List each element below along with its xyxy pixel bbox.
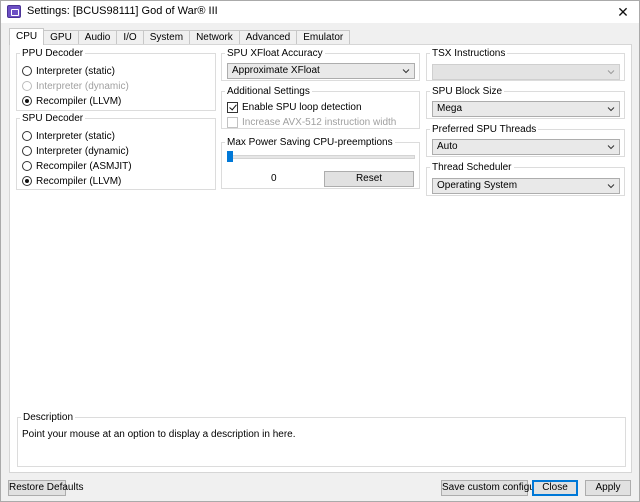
reset-button[interactable]: Reset (324, 171, 414, 187)
radio-icon[interactable] (22, 146, 32, 156)
chevron-down-icon (607, 145, 615, 150)
ppu-interpreter-static[interactable]: Interpreter (static) (22, 64, 115, 78)
preemption-slider-track[interactable] (227, 155, 415, 159)
radio-label: Recompiler (LLVM) (36, 95, 122, 107)
spu-xfloat-select[interactable]: Approximate XFloat (227, 63, 415, 79)
thread-scheduler-select[interactable]: Operating System (432, 178, 620, 194)
max-power-saving-group: Max Power Saving CPU-preemptions 0 Reset (221, 137, 420, 189)
preemption-value: 0 (271, 173, 277, 184)
combo-value: Mega (437, 103, 463, 114)
ppu-interpreter-dynamic[interactable]: Interpreter (dynamic) (22, 79, 129, 93)
radio-label: Interpreter (dynamic) (36, 80, 129, 92)
preferred-spu-threads-title: Preferred SPU Threads (430, 124, 539, 135)
tab-cpu[interactable]: CPU (9, 28, 45, 45)
radio-icon[interactable] (22, 81, 32, 91)
tab-io[interactable]: I/O (117, 30, 144, 45)
window-title: Settings: [BCUS98111] God of War® III (27, 5, 218, 17)
ppu-recompiler-llvm[interactable]: Recompiler (LLVM) (22, 94, 121, 108)
restore-defaults-button[interactable]: Restore Defaults (8, 480, 83, 496)
close-button[interactable]: Close (532, 480, 578, 496)
ppu-decoder-group: PPU Decoder Interpreter (static) Interpr… (16, 48, 216, 111)
app-icon (7, 5, 21, 18)
checkbox-icon[interactable] (227, 116, 238, 128)
chevron-down-icon (607, 107, 615, 112)
tab-advanced[interactable]: Advanced (239, 30, 298, 45)
preferred-spu-threads-group: Preferred SPU Threads Auto (426, 124, 625, 157)
thread-scheduler-title: Thread Scheduler (430, 162, 514, 173)
combo-value: Auto (437, 141, 458, 152)
enable-spu-loop-detection[interactable]: Enable SPU loop detection (227, 100, 362, 114)
radio-label: Interpreter (static) (36, 65, 115, 77)
additional-settings-group: Additional Settings Enable SPU loop dete… (221, 86, 420, 129)
spu-xfloat-title: SPU XFloat Accuracy (225, 48, 325, 59)
checkbox-label: Increase AVX-512 instruction width (242, 116, 397, 128)
spu-recompiler-asmjit[interactable]: Recompiler (ASMJIT) (22, 159, 132, 173)
max-power-saving-title: Max Power Saving CPU-preemptions (225, 137, 395, 148)
tab-emulator[interactable]: Emulator (297, 30, 351, 45)
spu-block-size-select[interactable]: Mega (432, 101, 620, 117)
apply-button[interactable]: Apply (585, 480, 631, 496)
spu-decoder-title: SPU Decoder (20, 113, 86, 124)
spu-xfloat-group: SPU XFloat Accuracy Approximate XFloat (221, 48, 420, 81)
cpu-tab-panel: PPU Decoder Interpreter (static) Interpr… (9, 44, 632, 473)
thread-scheduler-group: Thread Scheduler Operating System (426, 162, 625, 196)
combo-value: Operating System (437, 180, 518, 191)
settings-window: Settings: [BCUS98111] God of War® III ✕ … (0, 0, 640, 502)
chevron-down-icon (607, 184, 615, 189)
tsx-select[interactable] (432, 64, 620, 80)
tab-gpu[interactable]: GPU (44, 30, 79, 45)
tab-bar: CPU GPU Audio I/O System Network Advance… (9, 28, 351, 45)
radio-icon[interactable] (22, 96, 32, 106)
radio-label: Interpreter (dynamic) (36, 145, 129, 157)
radio-label: Recompiler (ASMJIT) (36, 160, 132, 172)
description-group: Description Point your mouse at an optio… (17, 412, 626, 467)
increase-avx512-width[interactable]: Increase AVX-512 instruction width (227, 115, 396, 129)
description-title: Description (21, 412, 76, 423)
description-text: Point your mouse at an option to display… (22, 429, 296, 440)
radio-icon[interactable] (22, 131, 32, 141)
radio-icon[interactable] (22, 161, 32, 171)
tab-system[interactable]: System (143, 30, 191, 45)
save-custom-configuration-button[interactable]: Save custom configuration (441, 480, 560, 496)
tab-audio[interactable]: Audio (78, 30, 118, 45)
chevron-down-icon (607, 70, 615, 75)
close-icon[interactable]: ✕ (613, 3, 633, 21)
spu-recompiler-llvm[interactable]: Recompiler (LLVM) (22, 174, 121, 188)
tsx-title: TSX Instructions (430, 48, 508, 59)
tsx-group: TSX Instructions (426, 48, 625, 81)
chevron-down-icon (402, 69, 410, 74)
radio-label: Recompiler (LLVM) (36, 175, 122, 187)
checkbox-label: Enable SPU loop detection (242, 101, 362, 113)
spu-threads-select[interactable]: Auto (432, 139, 620, 155)
spu-block-size-title: SPU Block Size (430, 86, 505, 97)
spu-interpreter-static[interactable]: Interpreter (static) (22, 129, 115, 143)
checkbox-icon[interactable] (227, 101, 238, 113)
title-bar: Settings: [BCUS98111] God of War® III ✕ (1, 1, 639, 23)
ppu-decoder-title: PPU Decoder (20, 48, 86, 59)
additional-settings-title: Additional Settings (225, 86, 312, 97)
spu-decoder-group: SPU Decoder Interpreter (static) Interpr… (16, 113, 216, 190)
tab-network[interactable]: Network (190, 30, 240, 45)
preemption-slider-handle[interactable] (227, 151, 233, 162)
combo-value: Approximate XFloat (232, 65, 320, 76)
spu-interpreter-dynamic[interactable]: Interpreter (dynamic) (22, 144, 129, 158)
radio-label: Interpreter (static) (36, 130, 115, 142)
radio-icon[interactable] (22, 66, 32, 76)
spu-block-size-group: SPU Block Size Mega (426, 86, 625, 119)
radio-icon[interactable] (22, 176, 32, 186)
